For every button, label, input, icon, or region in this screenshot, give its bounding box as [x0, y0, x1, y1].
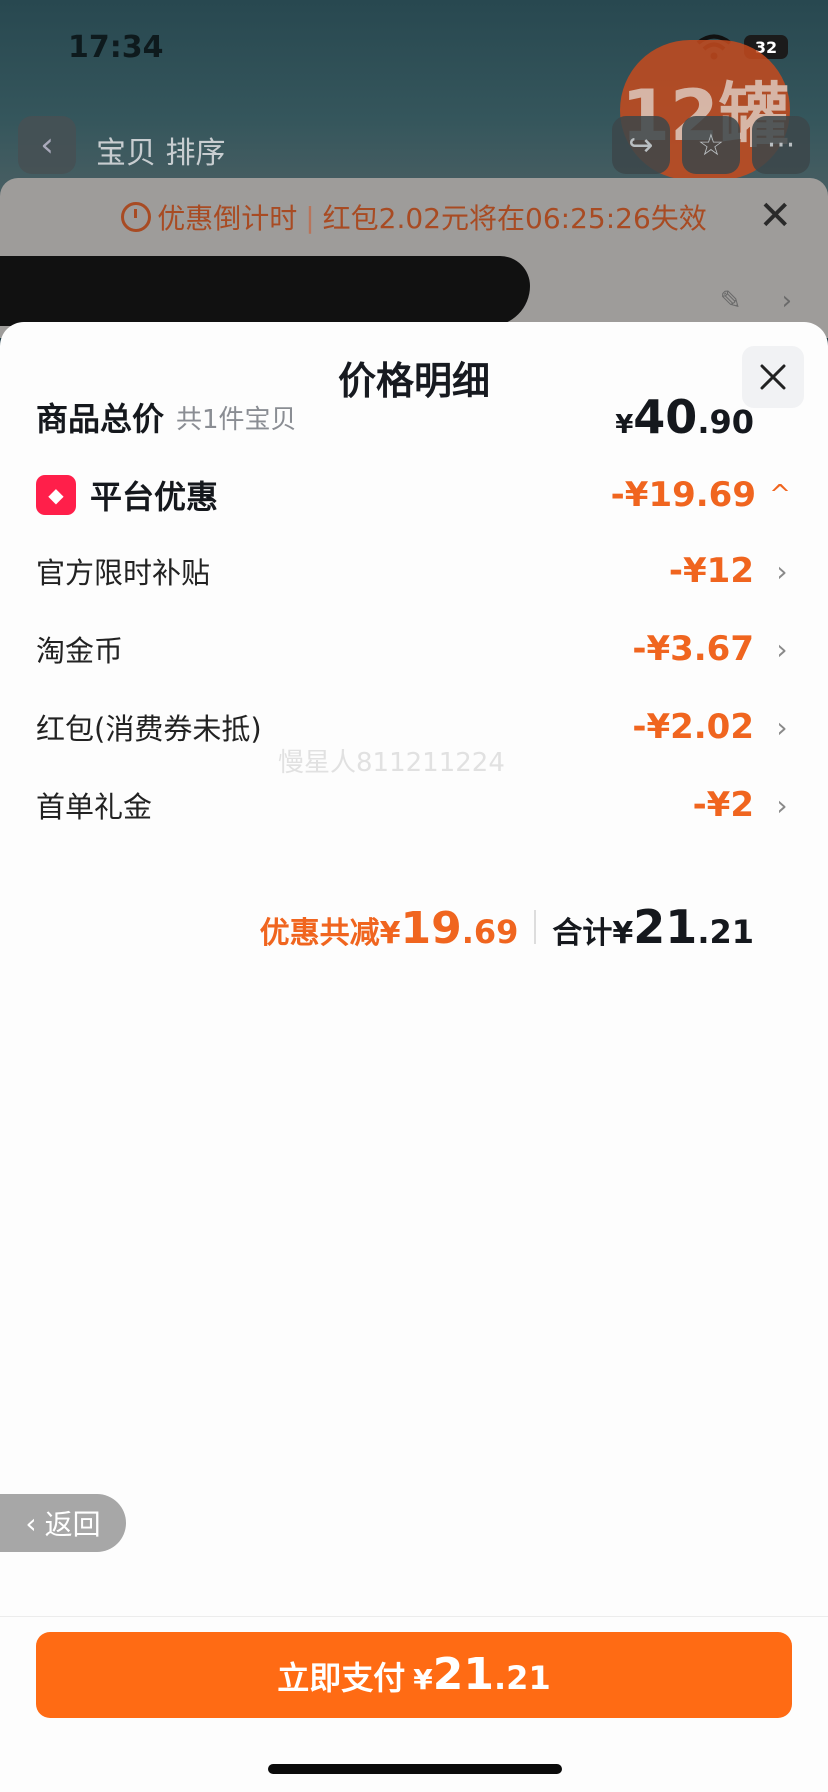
platform-discount-label: 平台优惠	[90, 478, 219, 516]
pay-yen: ¥	[413, 1663, 433, 1696]
price-summary: 优惠共减¥ 19 .69 合计¥ 21 .21	[260, 900, 754, 954]
summary-divider	[534, 910, 537, 944]
grand-total-label: 合计¥	[552, 916, 634, 951]
watermark: 慢星人811211224	[278, 748, 505, 778]
discount-item-row[interactable]: 官方限时补贴 -¥12 ›	[36, 550, 792, 592]
home-indicator	[268, 1764, 562, 1774]
countdown-prefix: 优惠倒计时	[157, 202, 298, 235]
price-detail-sheet: 价格明细 商品总价 共1件宝贝 ¥40.90 ◆ 平台优惠 -¥19.69 ^ …	[0, 322, 828, 1792]
nav-title: 宝贝 排序	[96, 136, 226, 171]
chevron-right-icon[interactable]: ›	[782, 286, 792, 316]
platform-discount-value: -¥19.69	[610, 475, 756, 515]
chevron-left-icon: ‹	[25, 1506, 37, 1540]
pay-int: 21	[432, 1649, 495, 1700]
clock-icon	[121, 202, 152, 232]
chevron-right-icon: ›	[776, 554, 788, 588]
discount-item-row[interactable]: 首单礼金 -¥2 ›	[36, 784, 792, 826]
nav-bar: ‹ 宝贝 排序 ↪ ☆ ···	[0, 116, 828, 176]
edit-icon[interactable]: ✎	[720, 286, 742, 316]
grand-total-int: 21	[633, 900, 698, 954]
status-time: 17:34	[68, 30, 164, 65]
back-button[interactable]: ‹ 返回	[0, 1494, 126, 1552]
discount-item-label: 红包(消费券未抵)	[36, 712, 262, 746]
countdown-banner: 优惠倒计时 | 红包2.02元将在06:25:26失效	[0, 178, 828, 256]
star-icon[interactable]: ☆	[682, 116, 740, 174]
grand-total-dec: .21	[697, 913, 754, 951]
discount-item-row[interactable]: 淘金币 -¥3.67 ›	[36, 628, 792, 670]
discount-item-label: 首单礼金	[36, 790, 153, 824]
close-icon	[760, 364, 786, 390]
share-icon[interactable]: ↪	[612, 116, 670, 174]
tag-icon: ◆	[36, 475, 76, 515]
discount-item-value: -¥2.02	[632, 707, 754, 747]
discount-item-value: -¥3.67	[632, 629, 754, 669]
more-icon[interactable]: ···	[752, 116, 810, 174]
nav-actions: ↪ ☆ ···	[612, 116, 810, 174]
total-value: ¥40.90	[615, 390, 754, 444]
countdown-text: 红包2.02元将在06:25:26失效	[322, 202, 707, 235]
discount-total-int: 19	[400, 903, 462, 954]
redacted-address	[0, 256, 530, 326]
total-count: 共1件宝贝	[176, 404, 297, 435]
countdown-divider: |	[305, 200, 315, 234]
platform-discount-row[interactable]: ◆ 平台优惠 -¥19.69 ^	[36, 472, 792, 518]
total-int: 40	[633, 390, 698, 444]
total-label: 商品总价	[36, 400, 165, 438]
total-row: 商品总价 共1件宝贝 ¥40.90	[36, 390, 792, 444]
pay-now-button[interactable]: 立即支付 ¥ 21 .21	[36, 1632, 792, 1718]
chevron-right-icon: ›	[776, 710, 788, 744]
pay-dec: .21	[494, 1659, 551, 1697]
discount-item-label: 淘金币	[36, 634, 124, 668]
discount-total-label: 优惠共减¥	[259, 916, 401, 951]
total-yen: ¥	[615, 410, 634, 440]
back-label: 返回	[44, 1508, 101, 1541]
discount-item-label: 官方限时补贴	[36, 556, 211, 590]
total-dec: .90	[697, 403, 754, 441]
address-actions: ✎ ›	[720, 286, 792, 316]
discount-total-dec: .69	[461, 913, 519, 951]
divider	[0, 1616, 828, 1617]
close-icon[interactable]: ✕	[758, 196, 792, 236]
chevron-right-icon: ›	[776, 632, 788, 666]
back-arrow-icon[interactable]: ‹	[18, 116, 76, 174]
pay-label: 立即支付	[277, 1659, 406, 1697]
chevron-up-icon[interactable]: ^	[768, 480, 792, 510]
discount-item-value: -¥12	[668, 551, 754, 591]
discount-item-value: -¥2	[692, 785, 754, 825]
checkout-panel-behind: 优惠倒计时 | 红包2.02元将在06:25:26失效 ✕ ✎ ›	[0, 178, 828, 338]
chevron-right-icon: ›	[776, 788, 788, 822]
